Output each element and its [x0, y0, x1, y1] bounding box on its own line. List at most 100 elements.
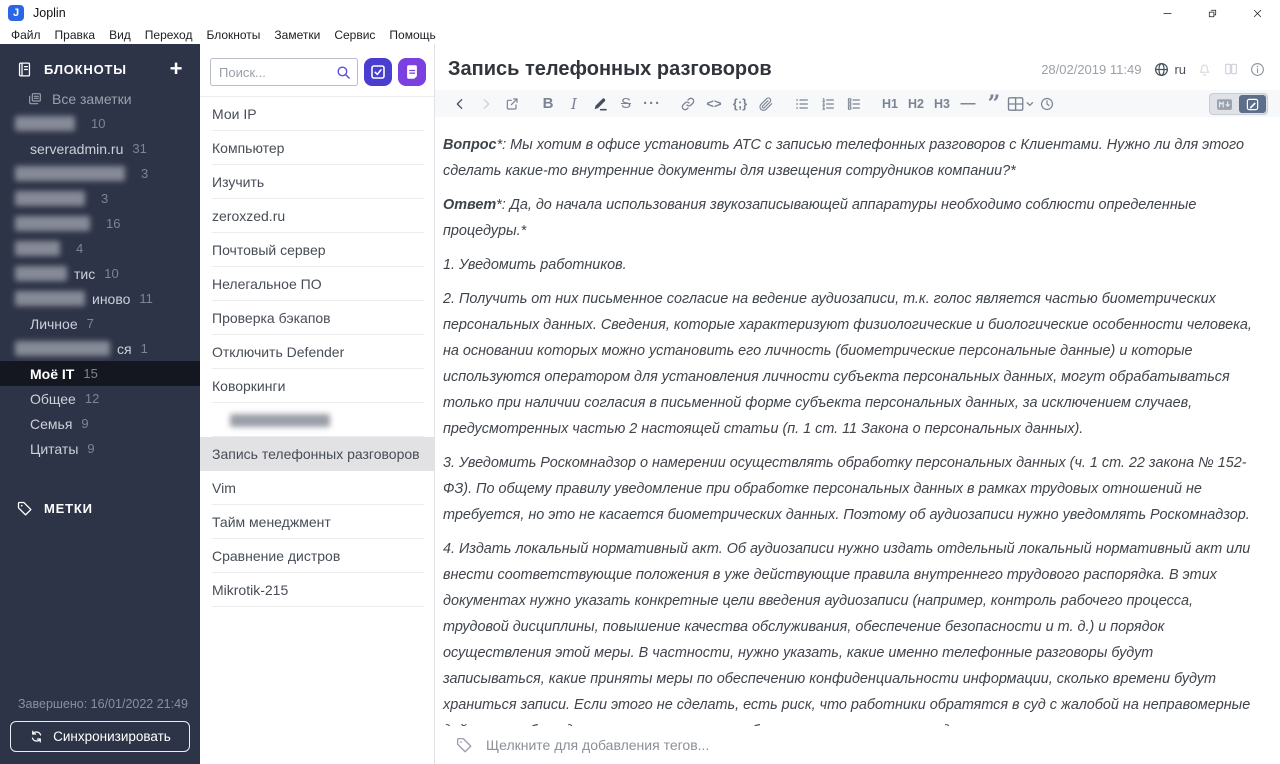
- note-list-item[interactable]: zeroxzed.ru: [200, 199, 434, 233]
- language-label: ru: [1174, 61, 1186, 77]
- numbered-list-button[interactable]: [815, 91, 841, 117]
- notebook-label: serveradmin.ru: [30, 140, 124, 157]
- note-list-item[interactable]: Vim: [200, 471, 434, 505]
- bold-button[interactable]: B: [535, 91, 561, 117]
- search-box: [210, 58, 358, 86]
- redacted-label: [15, 166, 125, 181]
- sidebar-item-notebook[interactable]: Личное 7: [0, 311, 200, 336]
- new-notebook-button[interactable]: +: [164, 58, 188, 80]
- notebook-label: тис: [74, 265, 96, 282]
- menu-item[interactable]: Файл: [4, 28, 48, 42]
- spellcheck-language-button[interactable]: ru: [1153, 61, 1186, 78]
- note-list-item[interactable]: Тайм менеджмент: [200, 505, 434, 539]
- new-note-icon: [403, 63, 421, 81]
- checkbox-list-button[interactable]: [841, 91, 867, 117]
- menu-item[interactable]: Сервис: [327, 28, 382, 42]
- heading-3-button[interactable]: H3: [929, 91, 955, 117]
- menu-item[interactable]: Переход: [138, 28, 200, 42]
- menu-item[interactable]: Помощь: [382, 28, 442, 42]
- list-ul-icon: [794, 96, 810, 112]
- edit-pencil-icon: [1244, 97, 1261, 112]
- note-count: 15: [83, 366, 98, 381]
- sidebar-item-notebook[interactable]: Цитаты 9: [0, 436, 200, 461]
- horizontal-rule-button[interactable]: —: [955, 91, 981, 117]
- note-list-item[interactable]: Почтовый сервер: [200, 233, 434, 267]
- sidebar-item-notebook[interactable]: serveradmin.ru 31: [0, 136, 200, 161]
- menu-item[interactable]: Правка: [48, 28, 103, 42]
- note-list-item[interactable]: Отключить Defender: [200, 335, 434, 369]
- sidebar-item-notebook[interactable]: 4: [0, 236, 200, 261]
- highlight-button[interactable]: [587, 91, 613, 117]
- note-list-item[interactable]: Компьютер: [200, 131, 434, 165]
- alarm-bell-icon[interactable]: [1196, 61, 1213, 78]
- search-icon: [335, 64, 352, 81]
- note-paragraph: 3. Уведомить Роскомнадзор о намерении ос…: [443, 455, 1250, 523]
- note-list-item[interactable]: Мои IP: [200, 97, 434, 131]
- menu-item[interactable]: Блокноты: [199, 28, 267, 42]
- blockquote-button[interactable]: ”: [981, 91, 1007, 117]
- note-list-item[interactable]: Изучить: [200, 165, 434, 199]
- insert-datetime-button[interactable]: [1034, 91, 1060, 117]
- sidebar-item-notebook[interactable]: Общее 12: [0, 386, 200, 411]
- minimize-button[interactable]: [1145, 0, 1190, 26]
- note-count: 3: [101, 191, 109, 206]
- restore-button[interactable]: [1190, 0, 1235, 26]
- note-body[interactable]: Вопрос*: Мы хотим в офисе установить АТС…: [435, 117, 1280, 726]
- code-block-button[interactable]: {;}: [727, 91, 753, 117]
- note-count: 1: [140, 341, 148, 356]
- layout-columns-icon[interactable]: [1223, 61, 1239, 77]
- new-note-button[interactable]: [398, 58, 426, 86]
- note-list-item[interactable]: Нелегальное ПО: [200, 267, 434, 301]
- sidebar-item-notebook[interactable]: Семья 9: [0, 411, 200, 436]
- tag-outline-icon: [455, 736, 473, 754]
- external-edit-button[interactable]: [499, 91, 525, 117]
- menu-item[interactable]: Вид: [102, 28, 138, 42]
- bulleted-list-button[interactable]: [789, 91, 815, 117]
- link-icon: [680, 96, 696, 112]
- note-paragraph: 2. Получить от них письменное согласие н…: [443, 291, 1252, 437]
- note-list-item[interactable]: Проверка бэкапов: [200, 301, 434, 335]
- note-count: 9: [87, 441, 95, 456]
- sidebar-item-notebook[interactable]: тис 10: [0, 261, 200, 286]
- note-list-item[interactable]: Запись телефонных разговоров: [200, 437, 434, 471]
- markdown-view-button[interactable]: [1211, 95, 1238, 113]
- inline-code-button[interactable]: <>: [701, 91, 727, 117]
- heading-2-button[interactable]: H2: [903, 91, 929, 117]
- sidebar-item-notebook[interactable]: 16: [0, 211, 200, 236]
- note-list-item[interactable]: Коворкинги: [200, 369, 434, 403]
- heading-1-button[interactable]: H1: [877, 91, 903, 117]
- note-list-item[interactable]: Mikrotik-215: [200, 573, 434, 607]
- more-options-button[interactable]: ···: [639, 91, 665, 117]
- sidebar-item-notebook[interactable]: 3: [0, 161, 200, 186]
- menu-item[interactable]: Заметки: [267, 28, 327, 42]
- forward-button[interactable]: [473, 91, 499, 117]
- app-title: Joplin: [33, 6, 66, 20]
- sidebar-item-all-notes[interactable]: Все заметки: [0, 86, 200, 111]
- strikethrough-button[interactable]: S: [613, 91, 639, 117]
- sidebar-item-notebook[interactable]: 10: [0, 111, 200, 136]
- note-count: 12: [84, 391, 100, 406]
- sidebar-item-notebook[interactable]: ся 1: [0, 336, 200, 361]
- note-list-item[interactable]: Сравнение дистров: [200, 539, 434, 573]
- sidebar-item-notebook[interactable]: Моё IT 15: [0, 361, 200, 386]
- sidebar-item-notebook[interactable]: 3: [0, 186, 200, 211]
- hyperlink-button[interactable]: [675, 91, 701, 117]
- insert-table-button[interactable]: [1007, 91, 1034, 117]
- notebook-label: Моё IT: [30, 365, 75, 382]
- synchronize-button[interactable]: Синхронизировать: [10, 721, 190, 752]
- back-button[interactable]: [447, 91, 473, 117]
- sidebar-item-notebook[interactable]: иново 11: [0, 286, 200, 311]
- note-title-input[interactable]: Запись телефонных разговоров: [448, 58, 1041, 81]
- note-properties-icon[interactable]: [1249, 61, 1266, 78]
- note-list-item[interactable]: [200, 403, 434, 437]
- new-todo-button[interactable]: [364, 58, 392, 86]
- paragraph-lead: Ответ: [443, 197, 497, 213]
- italic-button[interactable]: I: [561, 91, 587, 117]
- attach-file-button[interactable]: [753, 91, 779, 117]
- richtext-edit-button[interactable]: [1239, 95, 1266, 113]
- notebook-label: Общее: [30, 390, 76, 407]
- tag-bar[interactable]: Щелкните для добавления тегов...: [435, 726, 1280, 764]
- close-button[interactable]: [1235, 0, 1280, 26]
- note-title: Запись телефонных разговоров: [212, 446, 420, 462]
- notebooks-header-label: БЛОКНОТЫ: [44, 61, 127, 77]
